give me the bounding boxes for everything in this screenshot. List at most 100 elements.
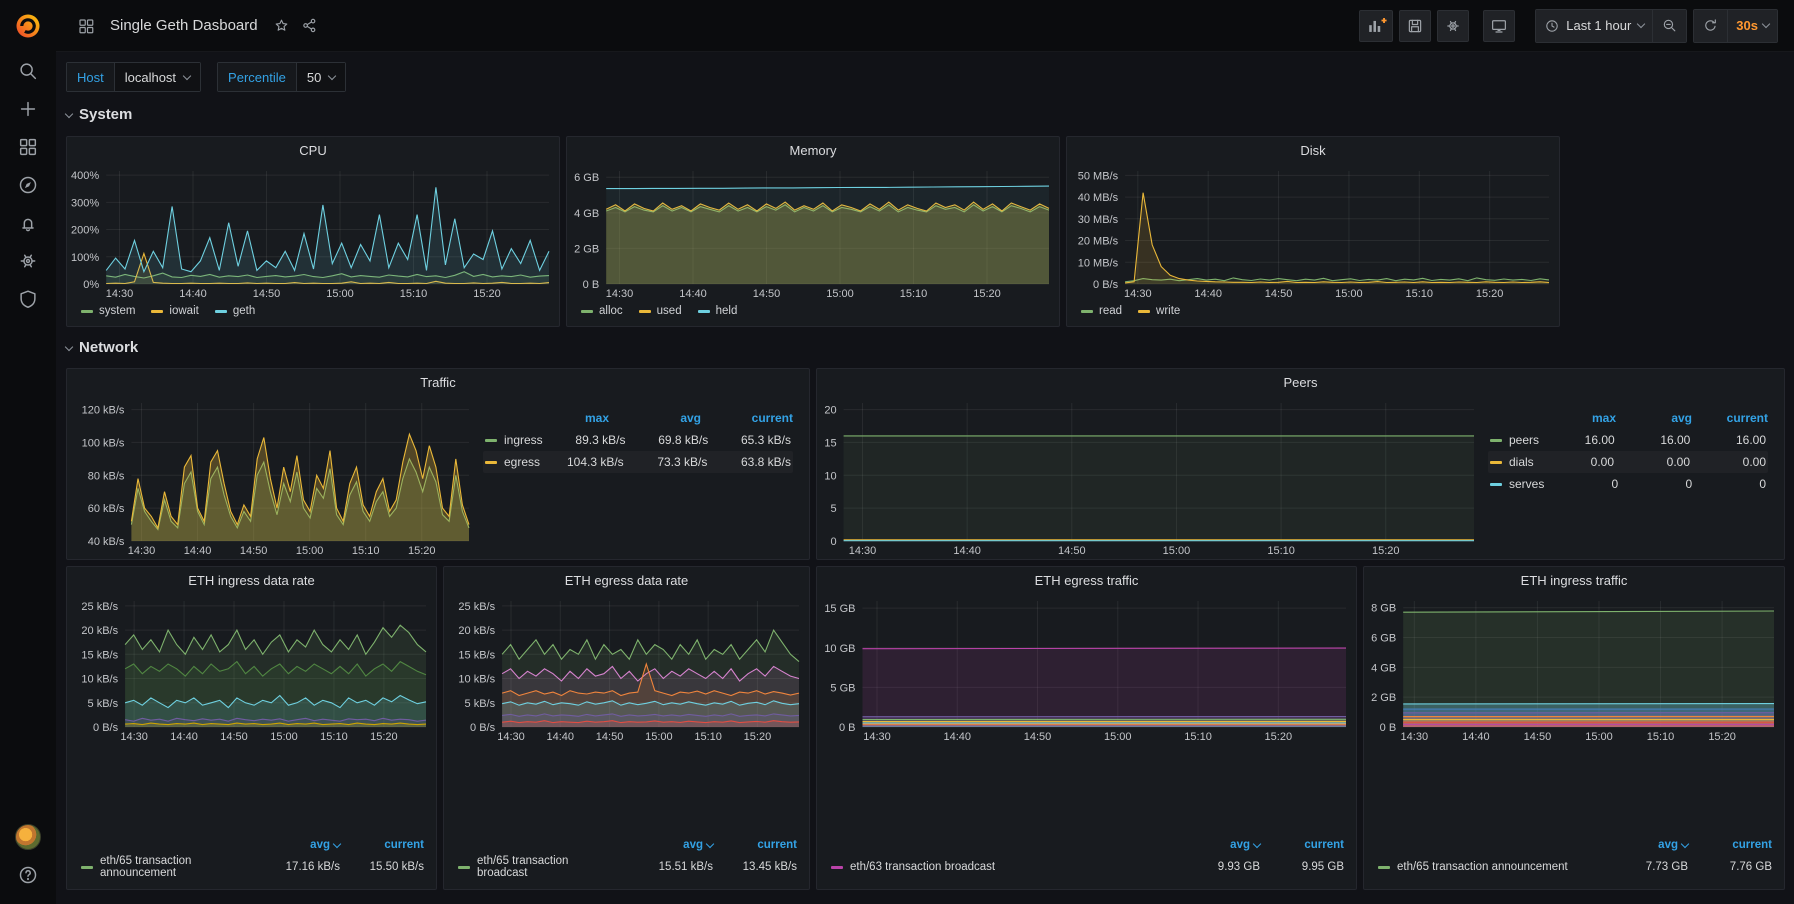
dashboard-settings-icon[interactable] bbox=[1437, 10, 1469, 42]
legend-max-value: 104.3 kB/s bbox=[540, 455, 624, 469]
legend-item[interactable]: read bbox=[1081, 305, 1122, 317]
user-avatar[interactable] bbox=[0, 818, 56, 856]
panel-memory: Memory 6 GB4 GB2 GB0 B14:3014:4014:5015:… bbox=[566, 136, 1060, 327]
svg-text:40 kB/s: 40 kB/s bbox=[88, 536, 125, 548]
disk-chart[interactable]: 50 MB/s40 MB/s30 MB/s20 MB/s10 MB/s0 B/s… bbox=[1067, 163, 1559, 302]
legend-item[interactable]: used bbox=[639, 305, 682, 317]
cycle-view-mode-icon[interactable] bbox=[1483, 10, 1515, 42]
panel-title[interactable]: CPU bbox=[67, 137, 559, 163]
legend-header-current[interactable]: current bbox=[701, 411, 793, 425]
add-panel-icon[interactable] bbox=[1359, 10, 1393, 42]
panel-title[interactable]: ETH ingress traffic bbox=[1364, 567, 1784, 593]
legend-item[interactable]: geth bbox=[215, 305, 255, 317]
eth-egress-traffic-chart[interactable]: 15 GB10 GB5 GB0 B14:3014:4014:5015:0015:… bbox=[817, 593, 1356, 745]
svg-text:15:20: 15:20 bbox=[744, 731, 772, 743]
refresh-icon[interactable] bbox=[1694, 10, 1727, 42]
panel-eth-egress-data-rate: ETH egress data rate 25 kB/s20 kB/s15 kB… bbox=[443, 566, 810, 890]
eth-egress-data-rate-chart[interactable]: 25 kB/s20 kB/s15 kB/s10 kB/s5 kB/s0 B/s1… bbox=[444, 593, 809, 745]
server-admin-shield-icon[interactable] bbox=[0, 280, 56, 318]
legend-header-avg[interactable]: avg bbox=[609, 411, 701, 425]
legend-header-avg[interactable]: avg bbox=[1164, 839, 1260, 851]
svg-text:15:00: 15:00 bbox=[270, 731, 298, 743]
save-dashboard-icon[interactable] bbox=[1399, 10, 1431, 42]
legend-label: eth/63 transaction broadcast bbox=[850, 861, 995, 873]
host-select[interactable]: localhost bbox=[115, 63, 200, 91]
share-icon[interactable] bbox=[296, 12, 324, 40]
legend-item[interactable]: eth/65 transaction announcement bbox=[81, 855, 244, 879]
legend-header-avg[interactable]: avg bbox=[244, 839, 340, 851]
legend-label: eth/65 transaction announcement bbox=[1397, 861, 1568, 873]
time-range-picker[interactable]: Last 1 hour bbox=[1536, 10, 1652, 42]
alerting-bell-icon[interactable] bbox=[0, 204, 56, 242]
legend-header-max[interactable]: max bbox=[517, 411, 609, 425]
zoom-out-icon[interactable] bbox=[1652, 10, 1686, 42]
traffic-chart[interactable]: 120 kB/s100 kB/s80 kB/s60 kB/s40 kB/s14:… bbox=[67, 395, 479, 559]
legend-item[interactable]: held bbox=[698, 305, 738, 317]
panel-title[interactable]: ETH egress traffic bbox=[817, 567, 1356, 593]
legend-header-current[interactable]: current bbox=[1688, 839, 1772, 851]
panel-title[interactable]: Traffic bbox=[67, 369, 809, 395]
svg-text:15:20: 15:20 bbox=[473, 288, 501, 300]
svg-text:14:30: 14:30 bbox=[606, 288, 634, 300]
explore-compass-icon[interactable] bbox=[0, 166, 56, 204]
legend-item[interactable]: iowait bbox=[151, 305, 198, 317]
eth-ingress-traffic-chart[interactable]: 8 GB6 GB4 GB2 GB0 B14:3014:4014:5015:001… bbox=[1364, 593, 1784, 745]
legend-label: used bbox=[657, 305, 682, 317]
dashboards-icon[interactable] bbox=[0, 128, 56, 166]
svg-text:300%: 300% bbox=[71, 197, 99, 209]
legend-header-avg[interactable]: avg bbox=[1616, 411, 1692, 425]
star-icon[interactable] bbox=[268, 12, 296, 40]
search-icon[interactable] bbox=[0, 52, 56, 90]
legend-item[interactable]: serves bbox=[1490, 477, 1544, 491]
panel-title[interactable]: Peers bbox=[817, 369, 1784, 395]
legend-header-avg[interactable]: avg bbox=[617, 839, 713, 851]
svg-text:0 B: 0 B bbox=[583, 279, 600, 291]
refresh-interval-picker[interactable]: 30s bbox=[1727, 10, 1777, 42]
svg-text:15:10: 15:10 bbox=[1267, 545, 1295, 557]
legend-item[interactable]: eth/65 transaction announcement bbox=[1378, 861, 1592, 873]
legend-header-current[interactable]: current bbox=[340, 839, 424, 851]
legend-item[interactable]: ingress bbox=[485, 433, 543, 447]
legend-item[interactable]: egress bbox=[485, 455, 540, 469]
configuration-gear-icon[interactable] bbox=[0, 242, 56, 280]
legend-header-max[interactable]: max bbox=[1540, 411, 1616, 425]
legend-max-value: 0.00 bbox=[1538, 455, 1614, 469]
svg-text:14:50: 14:50 bbox=[220, 731, 248, 743]
legend-header-current[interactable]: current bbox=[1692, 411, 1768, 425]
legend-item[interactable]: peers bbox=[1490, 433, 1539, 447]
legend-item[interactable]: write bbox=[1138, 305, 1180, 317]
svg-text:4 GB: 4 GB bbox=[1371, 662, 1396, 674]
legend-header-avg[interactable]: avg bbox=[1592, 839, 1688, 851]
legend-header-current[interactable]: current bbox=[1260, 839, 1344, 851]
panel-title[interactable]: Memory bbox=[567, 137, 1059, 163]
svg-text:60 kB/s: 60 kB/s bbox=[88, 503, 125, 515]
panel-title[interactable]: Disk bbox=[1067, 137, 1559, 163]
legend-row: eth/65 transaction broadcast 15.51 kB/s … bbox=[458, 855, 797, 879]
legend-header-current[interactable]: current bbox=[713, 839, 797, 851]
grafana-logo[interactable] bbox=[0, 0, 56, 52]
panel-title[interactable]: ETH ingress data rate bbox=[67, 567, 436, 593]
svg-text:20 kB/s: 20 kB/s bbox=[81, 625, 118, 637]
side-menu bbox=[0, 0, 56, 904]
eth-ingress-data-rate-chart[interactable]: 25 kB/s20 kB/s15 kB/s10 kB/s5 kB/s0 B/s1… bbox=[67, 593, 436, 745]
plus-icon[interactable] bbox=[0, 90, 56, 128]
percentile-select[interactable]: 50 bbox=[297, 63, 345, 91]
legend-item[interactable]: system bbox=[81, 305, 135, 317]
peers-chart[interactable]: 2015105014:3014:4014:5015:0015:1015:20 bbox=[817, 395, 1484, 559]
panel-title[interactable]: ETH egress data rate bbox=[444, 567, 809, 593]
svg-text:14:40: 14:40 bbox=[1194, 288, 1222, 300]
cpu-chart[interactable]: 400%300%200%100%0%14:3014:4014:5015:0015… bbox=[67, 163, 559, 302]
legend-row: eth/65 transaction announcement 7.73 GB … bbox=[1378, 855, 1772, 879]
svg-text:14:40: 14:40 bbox=[1462, 731, 1490, 743]
help-icon[interactable] bbox=[0, 856, 56, 894]
legend-item[interactable]: dials bbox=[1490, 455, 1538, 469]
memory-chart[interactable]: 6 GB4 GB2 GB0 B14:3014:4014:5015:0015:10… bbox=[567, 163, 1059, 302]
section-network[interactable]: Network bbox=[66, 339, 138, 356]
section-system[interactable]: System bbox=[66, 106, 132, 123]
svg-text:2 GB: 2 GB bbox=[1371, 692, 1396, 704]
legend-item[interactable]: eth/65 transaction broadcast bbox=[458, 855, 617, 879]
legend-item[interactable]: alloc bbox=[581, 305, 623, 317]
series-swatch bbox=[1490, 483, 1502, 486]
svg-text:0 B/s: 0 B/s bbox=[1093, 279, 1119, 291]
legend-item[interactable]: eth/63 transaction broadcast bbox=[831, 861, 1164, 873]
